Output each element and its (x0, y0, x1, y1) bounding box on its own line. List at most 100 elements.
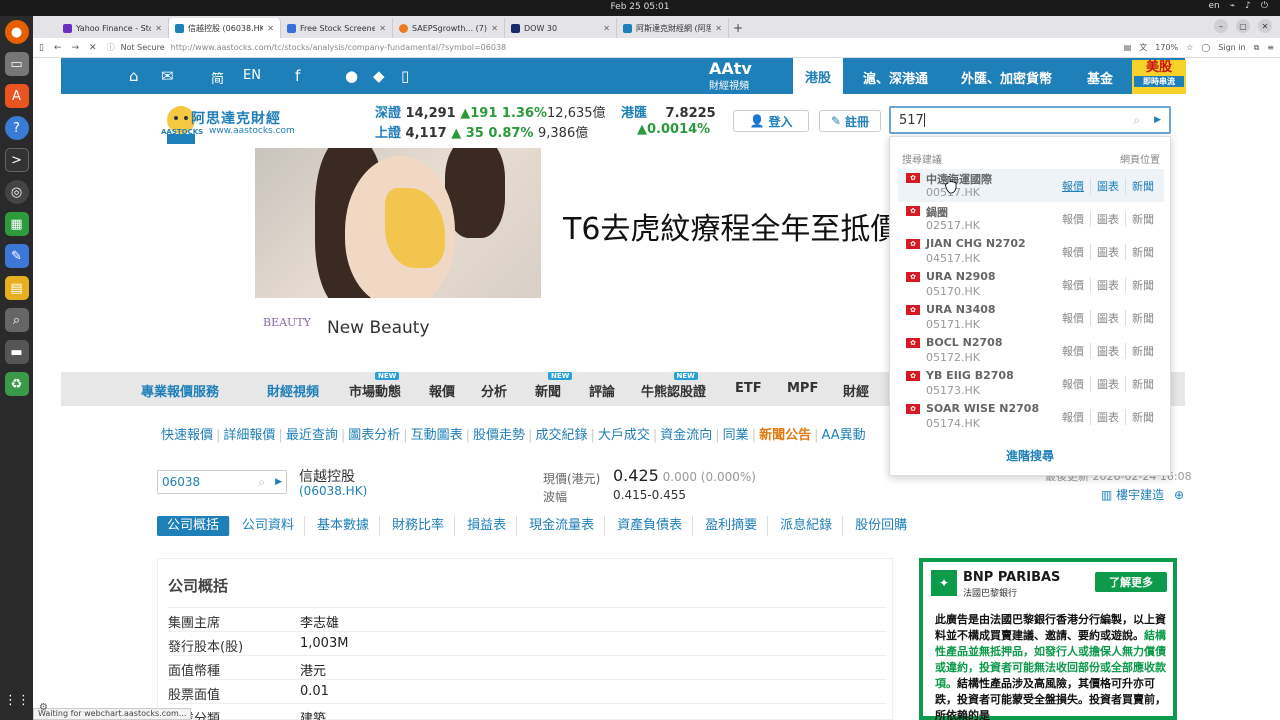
mail-icon[interactable]: ✉ (161, 67, 174, 85)
main-nav-warrants[interactable]: 牛熊認股證 NEW (641, 372, 706, 400)
close-tab-icon[interactable]: ✕ (267, 24, 274, 33)
go-icon[interactable]: ▶ (275, 477, 282, 487)
main-nav-etf[interactable]: ETF (735, 381, 762, 396)
sidebar-settings-icon[interactable]: ⚙ (39, 702, 48, 713)
suggestion-item[interactable]: ✿ SOAR WISE N2708 05174.HK 報價 圖表 新聞 (898, 400, 1164, 433)
english-link[interactable]: EN (243, 68, 261, 83)
power-icon[interactable]: ⏻ (1261, 1, 1268, 11)
network-icon[interactable]: ⌁ (1230, 1, 1235, 11)
suggestion-item[interactable]: ✿ YB EIIG B2708 05173.HK 報價 圖表 新聞 (898, 367, 1164, 400)
home-icon[interactable]: ⌂ (129, 67, 139, 85)
suggestion-news-link[interactable]: 新聞 (1125, 211, 1160, 227)
files-icon[interactable]: ▭ (4, 52, 29, 76)
mobile-icon[interactable]: ▯ (401, 67, 409, 85)
index-shanghai[interactable]: 上證 4,117 ▲ 35 0.87% 9,386億 (375, 122, 588, 141)
terminal-icon[interactable]: > (4, 148, 29, 172)
suggestion-chart-link[interactable]: 圖表 (1090, 211, 1125, 227)
close-tab-icon[interactable]: ✕ (155, 24, 162, 33)
ad-banner[interactable]: T6去虎紋療程全年至抵價 BEAUTY New Beauty (255, 148, 889, 360)
suggestion-chart-link[interactable]: 圖表 (1090, 178, 1125, 194)
profile-tab-cashflow[interactable]: 現金流量表 (519, 516, 606, 536)
sub-nav-item[interactable]: 互動圖表 (411, 428, 463, 443)
browser-tab-aastocks-home[interactable]: 阿斯達克財經網 (阿思達克✕ (617, 18, 729, 38)
sub-nav-item[interactable]: 股價走勢 (473, 428, 525, 443)
suggestion-chart-link[interactable]: 圖表 (1090, 409, 1125, 425)
suggestion-quote-link[interactable]: 報價 (1056, 178, 1090, 194)
profile-tab-income[interactable]: 損益表 (457, 516, 518, 536)
account-icon[interactable]: ◯ (1201, 43, 1210, 52)
reader-icon[interactable]: ▤ (1124, 43, 1132, 52)
facebook-icon[interactable]: f (295, 67, 300, 85)
suggestion-item[interactable]: ✿ URA N2908 05170.HK 報價 圖表 新聞 (898, 268, 1164, 301)
aatv-link[interactable]: AAtv 財經視頻 (709, 61, 752, 93)
browser-tab-yahoo[interactable]: Yahoo Finance - Stock Ma✕ (57, 18, 169, 38)
sub-nav-item[interactable]: 快速報價 (161, 428, 213, 443)
suggestion-quote-link[interactable]: 報價 (1056, 376, 1090, 392)
main-nav-news[interactable]: 新聞 NEW (535, 372, 573, 400)
search-go-icon[interactable]: ▶ (1154, 115, 1161, 125)
volume-icon[interactable]: ♪ (1245, 1, 1251, 11)
profile-tab-overview[interactable]: 公司概括 (157, 516, 231, 536)
close-window-icon[interactable]: ✕ (1258, 19, 1272, 33)
lang-indicator[interactable]: en (1208, 1, 1219, 11)
suggestion-quote-link[interactable]: 報價 (1056, 343, 1090, 359)
show-apps-icon[interactable]: ⋮⋮ (4, 688, 30, 712)
bookmark-icon[interactable]: ☆ (1186, 43, 1193, 52)
suggestion-news-link[interactable]: 新聞 (1125, 310, 1160, 326)
text-editor-icon[interactable]: ✎ (4, 244, 29, 268)
sub-nav-item[interactable]: 同業 (723, 428, 749, 443)
spreadsheet-icon[interactable]: ▦ (4, 212, 29, 236)
main-nav-quote[interactable]: 報價 (429, 381, 455, 400)
signin-link[interactable]: Sign in (1218, 43, 1245, 52)
stock-search-input[interactable]: 517 ⌕ ▶ (889, 106, 1171, 134)
suggestion-quote-link[interactable]: 報價 (1056, 277, 1090, 293)
suggestion-news-link[interactable]: 新聞 (1125, 409, 1160, 425)
new-tab-button[interactable]: + (729, 18, 747, 38)
browser-tab-dow30[interactable]: DOW 30 ✕ (505, 18, 617, 38)
system-tray[interactable]: en ⌁ ♪ ⏻ (1208, 1, 1268, 11)
profile-tab-balance[interactable]: 資產負債表 (607, 516, 694, 536)
back-icon[interactable]: ← (54, 43, 62, 53)
search-icon[interactable]: ⌕ (258, 475, 265, 490)
suggestion-quote-link[interactable]: 報價 (1056, 244, 1090, 260)
register-button[interactable]: ✎ 註冊 (819, 110, 881, 132)
apple-icon[interactable]: ● (345, 67, 358, 85)
firefox-icon[interactable]: ● (4, 20, 29, 44)
stop-icon[interactable]: ✕ (89, 43, 97, 53)
profile-tab-earnings[interactable]: 盈利摘要 (695, 516, 769, 536)
browser-tab-jupyter[interactable]: SAEPSgrowth... (7) - Jup✕ (393, 18, 505, 38)
sub-nav-item-announcements[interactable]: 新聞公告 (759, 428, 811, 443)
maximize-icon[interactable]: ▢ (1236, 19, 1250, 33)
bnp-ad[interactable]: ✦ BNP PARIBAS 法國巴黎銀行 了解更多 此廣告是由法國巴黎銀行香港分… (919, 558, 1177, 720)
help-icon[interactable]: ? (4, 116, 29, 140)
suggestion-quote-link[interactable]: 報價 (1056, 211, 1090, 227)
profile-tab-dividends[interactable]: 派息紀錄 (770, 516, 844, 536)
extensions-icon[interactable]: ⧉ (1254, 43, 1260, 53)
suggestion-chart-link[interactable]: 圖表 (1090, 376, 1125, 392)
profile-tab-basic[interactable]: 基本數據 (307, 516, 381, 536)
search-app-icon[interactable]: ⌕ (4, 308, 29, 332)
not-secure-icon[interactable]: ⓘ (107, 42, 115, 53)
app-center-icon[interactable]: A (4, 84, 29, 108)
sub-nav-item[interactable]: AA異動 (821, 428, 865, 443)
url-text[interactable]: http://www.aastocks.com/tc/stocks/analys… (171, 43, 506, 52)
sub-nav-item[interactable]: 詳細報價 (223, 428, 275, 443)
industry-link[interactable]: ▥ 樓宇建造 ⊕ (1101, 486, 1184, 503)
suggestion-news-link[interactable]: 新聞 (1125, 178, 1160, 194)
tab-us-stock[interactable]: 美股 即時串流 (1132, 60, 1186, 94)
search-icon[interactable]: ⌕ (1133, 113, 1140, 128)
android-icon[interactable]: ◆ (373, 67, 385, 85)
main-nav-finance[interactable]: 財經 (843, 381, 869, 400)
sub-nav-item[interactable]: 成交紀錄 (535, 428, 587, 443)
address-bar[interactable]: ⓘ Not Secure http://www.aastocks.com/tc/… (107, 40, 1114, 56)
main-nav-market[interactable]: 市場動態 NEW (349, 372, 401, 400)
stock-code-input[interactable]: 06038 ⌕ ▶ (157, 470, 287, 494)
browser-tab-screener[interactable]: Free Stock Screener - Sea✕ (281, 18, 393, 38)
globe-icon[interactable]: ⊕ (1174, 488, 1184, 502)
suggestion-news-link[interactable]: 新聞 (1125, 244, 1160, 260)
tab-shsz-connect[interactable]: 滬、深港通 (863, 68, 928, 87)
suggestion-item[interactable]: ✿ URA N3408 05171.HK 報價 圖表 新聞 (898, 301, 1164, 334)
suggestion-quote-link[interactable]: 報價 (1056, 310, 1090, 326)
tab-fx-crypto[interactable]: 外匯、加密貨幣 (961, 68, 1052, 87)
suggestion-news-link[interactable]: 新聞 (1125, 343, 1160, 359)
